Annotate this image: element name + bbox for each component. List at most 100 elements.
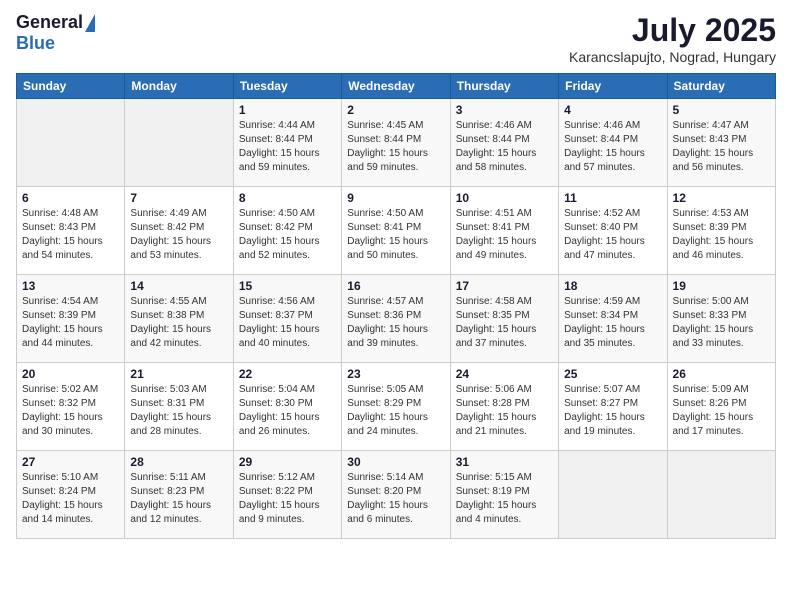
calendar-week-row: 13Sunrise: 4:54 AM Sunset: 8:39 PM Dayli… — [17, 275, 776, 363]
calendar-cell: 18Sunrise: 4:59 AM Sunset: 8:34 PM Dayli… — [559, 275, 667, 363]
calendar-cell: 27Sunrise: 5:10 AM Sunset: 8:24 PM Dayli… — [17, 451, 125, 539]
day-number: 18 — [564, 279, 661, 293]
calendar-cell: 13Sunrise: 4:54 AM Sunset: 8:39 PM Dayli… — [17, 275, 125, 363]
day-info: Sunrise: 4:50 AM Sunset: 8:42 PM Dayligh… — [239, 207, 336, 263]
calendar-day-header: Saturday — [667, 74, 775, 99]
calendar-cell: 24 Sunrise: 5:06 AM Sunset: 8:28 PM Dayli… — [450, 363, 558, 451]
logo-general-text: General — [16, 12, 83, 33]
day-number: 12 — [673, 191, 770, 205]
day-info: Sunrise: 5:06 AM Sunset: 8:28 PM Dayligh… — [456, 383, 553, 439]
title-block: July 2025 Karancslapujto, Nograd, Hungar… — [569, 12, 776, 65]
calendar-cell: 4Sunrise: 4:46 AM Sunset: 8:44 PM Daylig… — [559, 99, 667, 187]
calendar-body: 1 Sunrise: 4:44 AM Sunset: 8:44 PM Daylig… — [17, 99, 776, 539]
day-number: 30 — [347, 455, 444, 469]
day-info: Sunrise: 4:44 AM Sunset: 8:44 PM Dayligh… — [239, 119, 336, 175]
day-number: 23 — [347, 367, 444, 381]
day-info: Sunrise: 4:51 AM Sunset: 8:41 PM Dayligh… — [456, 207, 553, 263]
calendar-cell — [559, 451, 667, 539]
calendar-week-row: 1 Sunrise: 4:44 AM Sunset: 8:44 PM Daylig… — [17, 99, 776, 187]
day-info: Sunrise: 4:53 AM Sunset: 8:39 PM Dayligh… — [673, 207, 770, 263]
calendar-cell: 21 Sunrise: 5:03 AM Sunset: 8:31 PM Dayli… — [125, 363, 233, 451]
day-info: Sunrise: 5:11 AM Sunset: 8:23 PM Dayligh… — [130, 471, 227, 527]
calendar-cell — [667, 451, 775, 539]
calendar-cell: 26Sunrise: 5:09 AM Sunset: 8:26 PM Dayli… — [667, 363, 775, 451]
day-number: 29 — [239, 455, 336, 469]
day-number: 3 — [456, 103, 553, 117]
main-title: July 2025 — [569, 12, 776, 49]
calendar-week-row: 27Sunrise: 5:10 AM Sunset: 8:24 PM Dayli… — [17, 451, 776, 539]
day-number: 11 — [564, 191, 661, 205]
calendar-week-row: 6 Sunrise: 4:48 AM Sunset: 8:43 PM Daylig… — [17, 187, 776, 275]
day-info: Sunrise: 5:12 AM Sunset: 8:22 PM Dayligh… — [239, 471, 336, 527]
day-number: 16 — [347, 279, 444, 293]
day-info: Sunrise: 4:47 AM Sunset: 8:43 PM Dayligh… — [673, 119, 770, 175]
day-number: 14 — [130, 279, 227, 293]
calendar-cell — [125, 99, 233, 187]
day-info: Sunrise: 4:48 AM Sunset: 8:43 PM Dayligh… — [22, 207, 119, 263]
day-number: 31 — [456, 455, 553, 469]
day-info: Sunrise: 5:14 AM Sunset: 8:20 PM Dayligh… — [347, 471, 444, 527]
day-info: Sunrise: 4:50 AM Sunset: 8:41 PM Dayligh… — [347, 207, 444, 263]
calendar-day-header: Friday — [559, 74, 667, 99]
calendar-cell: 8 Sunrise: 4:50 AM Sunset: 8:42 PM Daylig… — [233, 187, 341, 275]
day-number: 9 — [347, 191, 444, 205]
calendar-day-header: Sunday — [17, 74, 125, 99]
subtitle: Karancslapujto, Nograd, Hungary — [569, 49, 776, 65]
calendar-cell: 12 Sunrise: 4:53 AM Sunset: 8:39 PM Dayli… — [667, 187, 775, 275]
calendar-cell: 1 Sunrise: 4:44 AM Sunset: 8:44 PM Daylig… — [233, 99, 341, 187]
day-number: 19 — [673, 279, 770, 293]
day-info: Sunrise: 4:52 AM Sunset: 8:40 PM Dayligh… — [564, 207, 661, 263]
day-info: Sunrise: 5:15 AM Sunset: 8:19 PM Dayligh… — [456, 471, 553, 527]
day-info: Sunrise: 5:04 AM Sunset: 8:30 PM Dayligh… — [239, 383, 336, 439]
day-number: 8 — [239, 191, 336, 205]
calendar-cell: 5 Sunrise: 4:47 AM Sunset: 8:43 PM Daylig… — [667, 99, 775, 187]
day-info: Sunrise: 4:45 AM Sunset: 8:44 PM Dayligh… — [347, 119, 444, 175]
day-number: 21 — [130, 367, 227, 381]
day-number: 22 — [239, 367, 336, 381]
day-number: 6 — [22, 191, 119, 205]
day-number: 5 — [673, 103, 770, 117]
calendar-cell: 29 Sunrise: 5:12 AM Sunset: 8:22 PM Dayli… — [233, 451, 341, 539]
day-info: Sunrise: 4:46 AM Sunset: 8:44 PM Dayligh… — [456, 119, 553, 175]
day-info: Sunrise: 4:56 AM Sunset: 8:37 PM Dayligh… — [239, 295, 336, 351]
calendar-cell: 3 Sunrise: 4:46 AM Sunset: 8:44 PM Daylig… — [450, 99, 558, 187]
calendar-cell: 17Sunrise: 4:58 AM Sunset: 8:35 PM Dayli… — [450, 275, 558, 363]
calendar-cell: 31 Sunrise: 5:15 AM Sunset: 8:19 PM Dayli… — [450, 451, 558, 539]
calendar-cell: 30 Sunrise: 5:14 AM Sunset: 8:20 PM Dayli… — [342, 451, 450, 539]
day-info: Sunrise: 5:03 AM Sunset: 8:31 PM Dayligh… — [130, 383, 227, 439]
day-info: Sunrise: 4:49 AM Sunset: 8:42 PM Dayligh… — [130, 207, 227, 263]
logo: General Blue — [16, 12, 95, 54]
day-number: 24 — [456, 367, 553, 381]
calendar-cell: 16Sunrise: 4:57 AM Sunset: 8:36 PM Dayli… — [342, 275, 450, 363]
calendar-cell: 9 Sunrise: 4:50 AM Sunset: 8:41 PM Daylig… — [342, 187, 450, 275]
calendar-cell: 7 Sunrise: 4:49 AM Sunset: 8:42 PM Daylig… — [125, 187, 233, 275]
day-number: 4 — [564, 103, 661, 117]
calendar-cell: 20 Sunrise: 5:02 AM Sunset: 8:32 PM Dayli… — [17, 363, 125, 451]
day-info: Sunrise: 4:55 AM Sunset: 8:38 PM Dayligh… — [130, 295, 227, 351]
calendar-cell: 19Sunrise: 5:00 AM Sunset: 8:33 PM Dayli… — [667, 275, 775, 363]
day-info: Sunrise: 5:02 AM Sunset: 8:32 PM Dayligh… — [22, 383, 119, 439]
day-number: 1 — [239, 103, 336, 117]
calendar-cell: 6 Sunrise: 4:48 AM Sunset: 8:43 PM Daylig… — [17, 187, 125, 275]
calendar-cell: 11 Sunrise: 4:52 AM Sunset: 8:40 PM Dayli… — [559, 187, 667, 275]
calendar-cell: 2 Sunrise: 4:45 AM Sunset: 8:44 PM Daylig… — [342, 99, 450, 187]
calendar-cell: 23 Sunrise: 5:05 AM Sunset: 8:29 PM Dayli… — [342, 363, 450, 451]
calendar-cell: 28 Sunrise: 5:11 AM Sunset: 8:23 PM Dayli… — [125, 451, 233, 539]
calendar-cell: 10Sunrise: 4:51 AM Sunset: 8:41 PM Dayli… — [450, 187, 558, 275]
header: General Blue July 2025 Karancslapujto, N… — [16, 12, 776, 65]
day-number: 28 — [130, 455, 227, 469]
day-number: 2 — [347, 103, 444, 117]
day-info: Sunrise: 5:05 AM Sunset: 8:29 PM Dayligh… — [347, 383, 444, 439]
day-number: 7 — [130, 191, 227, 205]
logo-blue-text: Blue — [16, 33, 55, 54]
day-number: 26 — [673, 367, 770, 381]
logo-triangle-icon — [85, 14, 95, 32]
calendar-cell: 22 Sunrise: 5:04 AM Sunset: 8:30 PM Dayli… — [233, 363, 341, 451]
calendar-day-header: Tuesday — [233, 74, 341, 99]
day-number: 15 — [239, 279, 336, 293]
day-number: 25 — [564, 367, 661, 381]
day-number: 20 — [22, 367, 119, 381]
calendar-cell: 25Sunrise: 5:07 AM Sunset: 8:27 PM Dayli… — [559, 363, 667, 451]
calendar-cell — [17, 99, 125, 187]
day-number: 13 — [22, 279, 119, 293]
